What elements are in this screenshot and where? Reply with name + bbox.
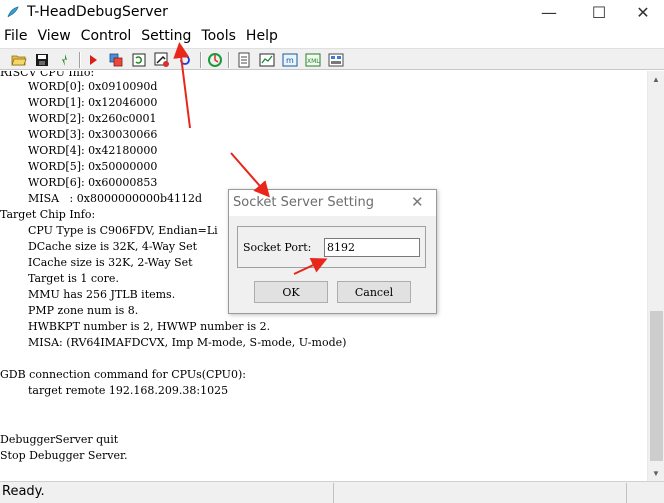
toolbar-separator <box>200 52 202 68</box>
console-line: Target is 1 core. <box>0 272 119 285</box>
console-line: MISA : 0x8000000000b4112d <box>0 192 203 205</box>
console-line: WORD[6]: 0x60000853 <box>0 176 158 189</box>
console-line: Target Chip Info: <box>0 208 96 221</box>
console-line: WORD[3]: 0x30030066 <box>0 128 158 141</box>
menu-bar: File View Control Setting Tools Help <box>0 27 664 47</box>
console-line: WORD[4]: 0x42180000 <box>0 144 158 157</box>
console-line: HWBKPT number is 2, HWWP number is 2. <box>0 320 271 333</box>
menu-view[interactable]: View <box>32 27 75 47</box>
app-feather-icon <box>7 6 19 18</box>
open-folder-icon[interactable] <box>10 51 28 69</box>
scroll-up-icon[interactable]: ▲ <box>648 71 664 87</box>
dialog-title-bar: Socket Server Setting ✕ <box>229 190 436 216</box>
debug-icon[interactable] <box>153 51 171 69</box>
multi-core-icon[interactable] <box>107 51 125 69</box>
menu-setting[interactable]: Setting <box>136 27 196 47</box>
menu-tools[interactable]: Tools <box>196 27 241 47</box>
console-line: PMP zone num is 8. <box>0 304 139 317</box>
status-pane-divider <box>626 483 627 503</box>
console-line: DebuggerServer quit <box>0 433 119 446</box>
reset-icon[interactable] <box>130 51 148 69</box>
console-line: WORD[2]: 0x260c0001 <box>0 112 157 125</box>
console-line: MISA: (RV64IMAFDCVX, Imp M-mode, S-mode,… <box>0 336 347 349</box>
clear-icon[interactable] <box>56 51 74 69</box>
console-line: WORD[1]: 0x12046000 <box>0 96 158 109</box>
menu-help[interactable]: Help <box>241 27 283 47</box>
console-line: CPU Type is C906FDV, Endian=Li <box>0 224 218 237</box>
save-icon[interactable] <box>33 51 51 69</box>
chart-icon[interactable] <box>258 51 276 69</box>
doc-icon[interactable] <box>235 51 253 69</box>
scrollbar-thumb[interactable] <box>650 311 663 461</box>
dialog-title: Socket Server Setting <box>233 195 374 210</box>
socket-port-label: Socket Port: <box>243 241 312 254</box>
svg-text:m: m <box>286 56 294 65</box>
status-bar: Ready. <box>0 481 664 503</box>
socket-server-setting-dialog: Socket Server Setting ✕ Socket Port: 819… <box>228 189 437 314</box>
socket-port-input[interactable]: 8192 <box>324 238 420 257</box>
console-line: WORD[0]: 0x0910090d <box>0 80 158 93</box>
window-title: T-HeadDebugServer <box>27 4 168 20</box>
maximize-button[interactable]: ☐ <box>576 0 622 25</box>
ddc-icon[interactable] <box>327 51 345 69</box>
title-bar: T-HeadDebugServer — ☐ ✕ <box>0 0 664 25</box>
scroll-down-icon[interactable]: ▼ <box>648 465 664 481</box>
memory-icon[interactable]: m <box>281 51 299 69</box>
console-line: GDB connection command for CPUs(CPU0): <box>0 368 246 381</box>
menu-control[interactable]: Control <box>76 27 137 47</box>
toolbar-separator <box>79 52 81 68</box>
minimize-button[interactable]: — <box>526 0 572 25</box>
svg-text:XML: XML <box>307 58 320 65</box>
dialog-close-button[interactable]: ✕ <box>411 193 424 211</box>
connect-icon[interactable] <box>206 51 224 69</box>
close-button[interactable]: ✕ <box>620 0 664 25</box>
status-pane-divider <box>333 483 334 503</box>
console-line: Stop Debugger Server. <box>0 449 128 462</box>
status-text: Ready. <box>2 484 45 499</box>
console-line: MMU has 256 JTLB items. <box>0 288 176 301</box>
toolbar-separator <box>228 52 230 68</box>
menu-file[interactable]: File <box>0 27 32 47</box>
xml-icon[interactable]: XML <box>304 51 322 69</box>
toolbar: m XML <box>0 48 664 70</box>
run-icon[interactable] <box>84 51 102 69</box>
console-line: WORD[5]: 0x50000000 <box>0 160 158 173</box>
vertical-scrollbar[interactable]: ▲ ▼ <box>647 71 664 481</box>
ok-button[interactable]: OK <box>254 281 328 303</box>
console-line: target remote 192.168.209.38:1025 <box>0 384 229 397</box>
refresh-icon[interactable] <box>176 51 194 69</box>
cancel-button[interactable]: Cancel <box>337 281 411 303</box>
